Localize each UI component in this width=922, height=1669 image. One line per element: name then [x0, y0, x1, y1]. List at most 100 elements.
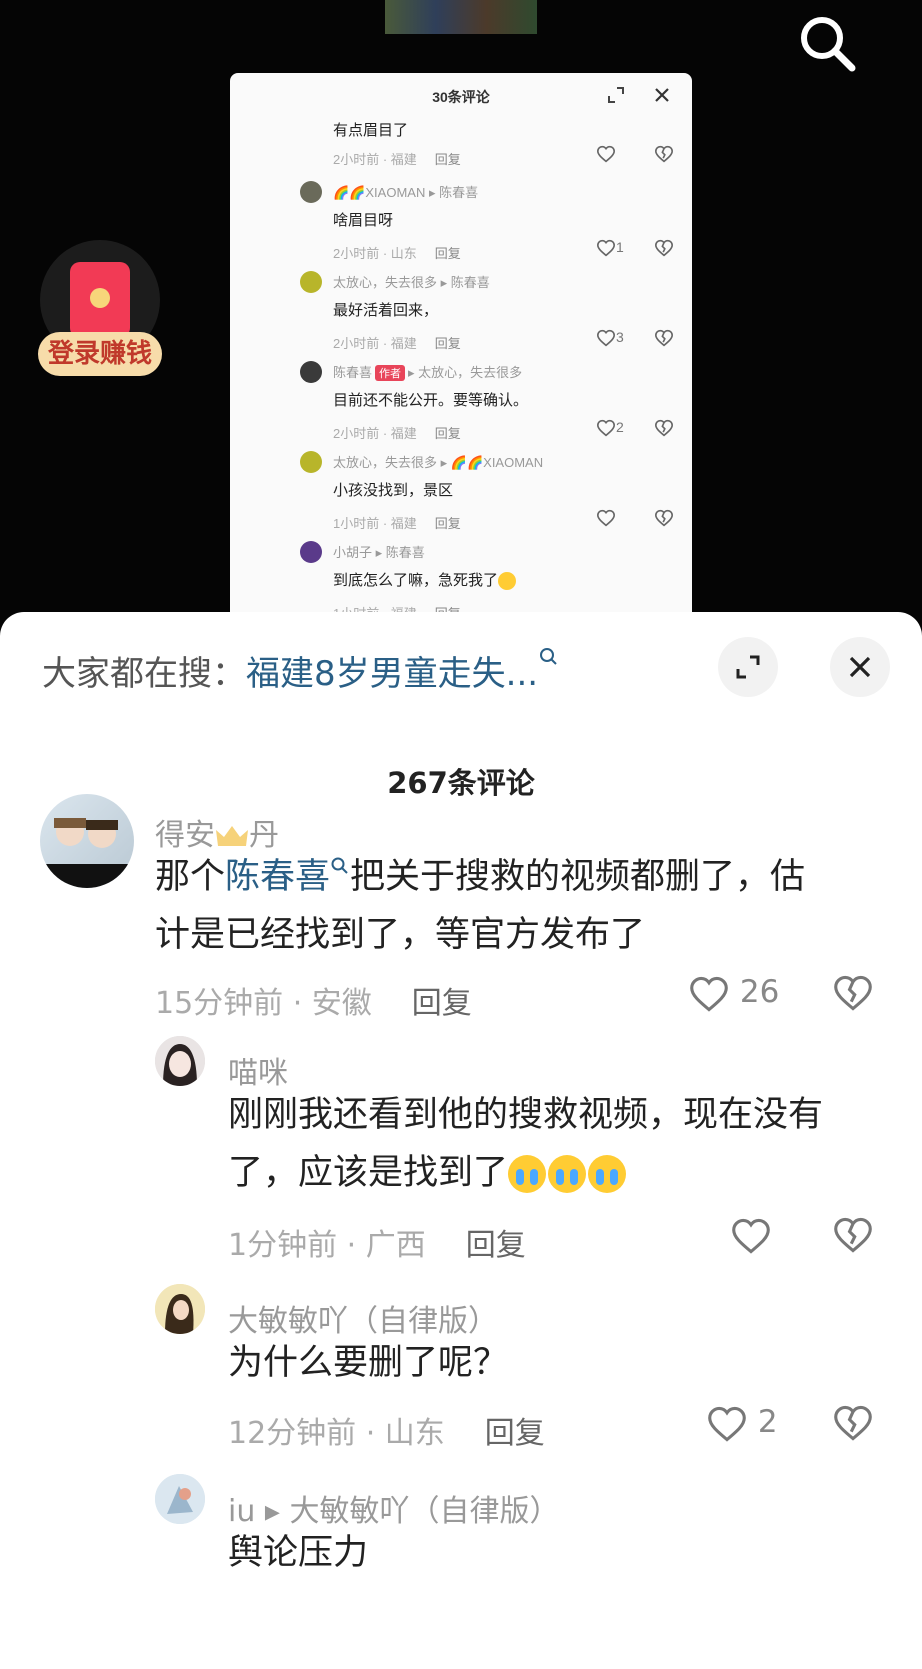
- comment-text: 那个陈春喜 把关于搜救的视频都删了，估 计是已经找到了，等官方发布了: [155, 848, 895, 964]
- reply-button[interactable]: 回复: [412, 986, 472, 1021]
- video-thumbnail: [385, 0, 537, 34]
- comment-meta: 12分钟前 · 山东 回复: [228, 1408, 545, 1452]
- inner-comment-user: 太放心，失去很多 ▸ 陈春喜: [333, 272, 490, 291]
- crown-icon: [216, 825, 248, 846]
- like-count: 2: [757, 1404, 778, 1440]
- like-count: 3: [616, 329, 624, 345]
- search-icon[interactable]: [796, 12, 860, 76]
- comment-time: 1小时前 · 福建: [333, 516, 417, 531]
- username: 太放心，失去很多: [333, 275, 438, 290]
- author-badge: 作者: [375, 365, 406, 381]
- inner-comment-user: 🌈🌈XIAOMAN ▸ 陈春喜: [333, 182, 478, 201]
- comment-line: 了，应该是找到了: [228, 1144, 898, 1202]
- username: 🌈🌈XIAOMAN: [333, 185, 426, 200]
- comment-sheet: 大家都在搜：福建8岁男童走失... 267条评论 得安丹 那个陈春喜 把关于搜救的…: [0, 612, 922, 1669]
- expand-icon[interactable]: [718, 637, 778, 697]
- inner-comment: 太放心，失去很多 ▸ 🌈🌈XIAOMAN 小孩没找到，景区 1小时前 · 福建 回…: [230, 443, 692, 533]
- comment-line: 计是已经找到了，等官方发布了: [155, 915, 646, 955]
- dislike-icon[interactable]: [654, 329, 676, 351]
- red-envelope-icon: [70, 262, 130, 338]
- reply-target: ▸ 陈春喜: [428, 185, 479, 200]
- inner-comment-meta: 2小时前 · 福建 回复: [333, 423, 461, 442]
- dislike-icon[interactable]: [832, 1216, 874, 1258]
- comment-time: 2小时前 · 山东: [333, 246, 417, 261]
- login-earn-label: 登录赚钱: [38, 332, 162, 376]
- reply-button[interactable]: 回复: [485, 1416, 545, 1451]
- trending-search[interactable]: 大家都在搜：福建8岁男童走失...: [42, 646, 560, 695]
- like-button[interactable]: [596, 145, 656, 167]
- inner-comment-user: 陈春喜 作者 ▸ 太放心，失去很多: [333, 362, 522, 381]
- avatar: [300, 271, 322, 293]
- comment-text: 为什么要删了呢？: [228, 1334, 898, 1392]
- reply-target: ▸ 🌈🌈XIAOMAN: [440, 455, 544, 470]
- avatar[interactable]: [155, 1036, 205, 1086]
- reply-button[interactable]: 回复: [435, 516, 461, 531]
- username: 太放心，失去很多: [333, 455, 438, 470]
- inner-comment-text: 最好活着回来，: [333, 302, 439, 319]
- comment-text: 刚刚我还看到他的搜救视频，现在没有 了，应该是找到了: [228, 1086, 898, 1202]
- inner-comment-meta: 2小时前 · 福建 回复: [333, 149, 461, 168]
- inner-comment: 🌈🌈XIAOMAN ▸ 陈春喜 啥眉目呀 2小时前 · 山东 回复 1: [230, 173, 692, 263]
- crying-emoji-icon: [508, 1155, 547, 1193]
- inner-comment-text: 有点眉目了: [333, 122, 409, 139]
- comment-meta: 15分钟前 · 安徽 回复: [155, 978, 472, 1022]
- comment-time: 1分钟前 · 广西: [228, 1228, 426, 1263]
- like-button[interactable]: 3: [596, 329, 656, 351]
- comment-text: 舆论压力: [228, 1524, 898, 1582]
- reply-button[interactable]: 回复: [435, 246, 461, 261]
- reply-button[interactable]: 回复: [435, 336, 461, 351]
- dislike-icon[interactable]: [832, 974, 874, 1016]
- comment-line: 刚刚我还看到他的搜救视频，现在没有: [228, 1095, 824, 1135]
- comment-line: 为什么要删了呢？: [228, 1343, 509, 1383]
- inner-comment-text: 小孩没找到，景区: [333, 482, 454, 499]
- crying-emoji-icon: [588, 1155, 627, 1193]
- dislike-icon[interactable]: [654, 509, 676, 531]
- inner-comment-meta: 2小时前 · 山东 回复: [333, 243, 461, 262]
- comment-text-part: 把关于搜救的视频都删了，估: [350, 857, 806, 897]
- trending-query-link[interactable]: 福建8岁男童走失...: [246, 654, 538, 694]
- comment-line: 舆论压力: [228, 1533, 369, 1573]
- crying-emoji-icon: [498, 572, 517, 591]
- avatar[interactable]: [40, 794, 134, 888]
- like-count: 1: [616, 239, 624, 255]
- inner-comment-text: 目前还不能公开。要等确认。: [333, 392, 529, 409]
- inner-comment-user: 小胡子 ▸ 陈春喜: [333, 542, 425, 561]
- like-button[interactable]: 1: [596, 239, 656, 261]
- reply-target: ▸ 陈春喜: [440, 275, 490, 290]
- avatar: [300, 181, 322, 203]
- dislike-icon[interactable]: [654, 419, 676, 441]
- inner-comment: 陈春喜 作者 ▸ 太放心，失去很多 目前还不能公开。要等确认。 2小时前 · 福建 回…: [230, 353, 692, 443]
- inner-comment-meta: 2小时前 · 福建 回复: [333, 333, 461, 352]
- avatar[interactable]: [155, 1474, 205, 1524]
- like-button[interactable]: [596, 509, 656, 531]
- like-count: 2: [616, 419, 624, 435]
- inner-comment: 有点眉目了 2小时前 · 福建 回复: [230, 89, 692, 179]
- crying-emoji-icon: [548, 1155, 587, 1193]
- like-button[interactable]: 26: [688, 974, 779, 1018]
- mention-link[interactable]: 陈春喜: [225, 857, 330, 897]
- like-button[interactable]: 2: [596, 419, 656, 441]
- username: 小胡子: [333, 545, 373, 560]
- red-packet-button[interactable]: 登录赚钱: [38, 240, 162, 378]
- like-button[interactable]: 2: [706, 1404, 778, 1448]
- dislike-icon[interactable]: [654, 145, 676, 167]
- like-button[interactable]: [730, 1216, 772, 1260]
- inner-comment: 太放心，失去很多 ▸ 陈春喜 最好活着回来， 2小时前 · 福建 回复 3: [230, 263, 692, 353]
- dislike-icon[interactable]: [654, 239, 676, 261]
- close-icon[interactable]: [830, 637, 890, 697]
- comment-time: 2小时前 · 福建: [333, 336, 417, 351]
- reply-button[interactable]: 回复: [435, 152, 461, 167]
- dislike-icon[interactable]: [832, 1404, 874, 1446]
- comment-meta: 1分钟前 · 广西 回复: [228, 1220, 526, 1264]
- avatar: [300, 451, 322, 473]
- reply-button[interactable]: 回复: [435, 426, 461, 441]
- comment-time: 12分钟前 · 山东: [228, 1416, 445, 1451]
- comment-text-part: 那个: [155, 857, 226, 897]
- reply-button[interactable]: 回复: [466, 1228, 526, 1263]
- reply-target: ▸ 陈春喜: [375, 545, 425, 560]
- comment-time: 15分钟前 · 安徽: [155, 986, 372, 1021]
- comment-time: 2小时前 · 福建: [333, 152, 417, 167]
- comment-count-title: 267条评论: [387, 766, 535, 800]
- comment-text-part: 了，应该是找到了: [228, 1153, 509, 1193]
- avatar[interactable]: [155, 1284, 205, 1334]
